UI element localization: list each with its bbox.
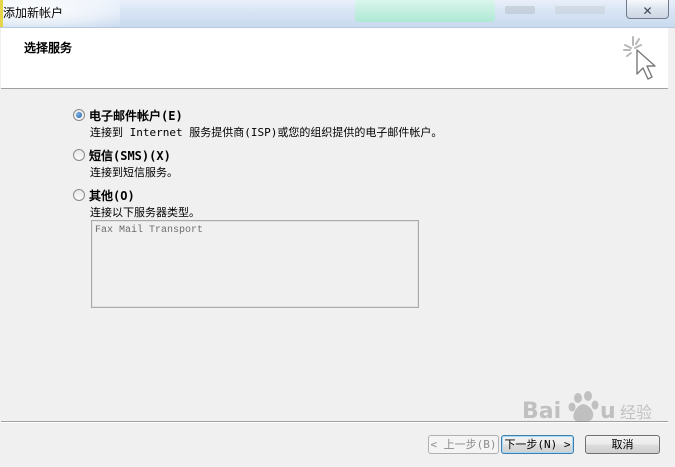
radio-email[interactable] — [73, 109, 85, 121]
back-button[interactable]: < 上一步(B) — [428, 435, 499, 454]
close-button[interactable]: ✕ — [626, 0, 669, 19]
option-other-description: 连接以下服务器类型。 — [90, 206, 200, 219]
window-title: 添加新帐户 — [3, 6, 64, 20]
option-sms-label[interactable]: 短信(SMS)(X) — [89, 147, 171, 164]
wizard-cursor-icon — [623, 36, 656, 80]
server-type-list[interactable]: Fax Mail Transport — [91, 220, 419, 308]
background-blur-region — [505, 6, 535, 14]
background-blur-region — [355, 0, 495, 22]
footer-divider — [1, 421, 668, 423]
wizard-header: 选择服务 — [1, 28, 668, 89]
list-item[interactable]: Fax Mail Transport — [95, 225, 203, 236]
option-email-label[interactable]: 电子邮件帐户(E) — [89, 107, 183, 124]
background-blur-region — [555, 6, 605, 14]
option-email-description: 连接到 Internet 服务提供商(ISP)或您的组织提供的电子邮件帐户。 — [90, 126, 443, 139]
title-bar[interactable]: 添加新帐户 ✕ — [0, 0, 675, 28]
option-other-label[interactable]: 其他(O) — [89, 187, 135, 204]
option-sms-description: 连接到短信服务。 — [90, 166, 178, 179]
service-options: 电子邮件帐户(E) 连接到 Internet 服务提供商(ISP)或您的组织提供… — [0, 89, 675, 419]
radio-sms[interactable] — [73, 149, 85, 161]
close-icon: ✕ — [642, 4, 653, 18]
next-button[interactable]: 下一步(N) > — [501, 435, 574, 454]
cancel-button[interactable]: 取消 — [585, 435, 660, 454]
radio-other[interactable] — [73, 189, 85, 201]
add-account-dialog: 添加新帐户 ✕ 选择服务 电子邮件帐户(E) 连接到 Internet 服务提供… — [0, 0, 675, 467]
page-title: 选择服务 — [24, 41, 73, 55]
